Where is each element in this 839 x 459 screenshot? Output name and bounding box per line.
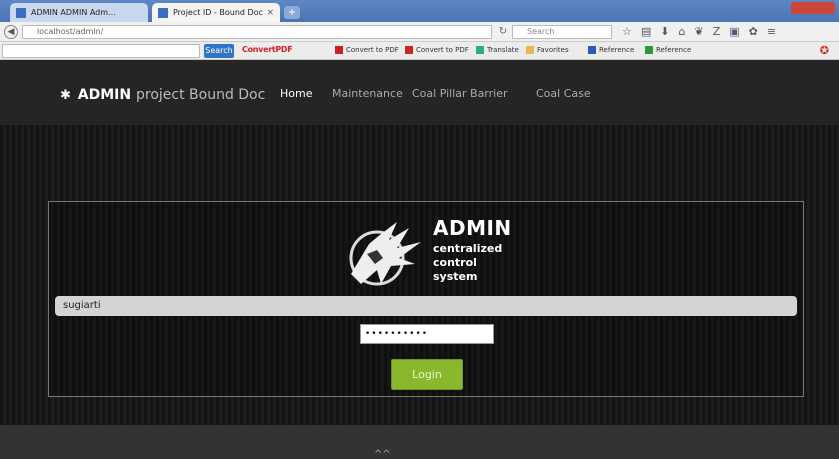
bookmarks-toolbar: Search ConvertPDF Convert to PDF Convert…	[0, 42, 839, 60]
logo-title: ADMIN	[433, 216, 512, 240]
site-brand[interactable]: ✱ ADMIN project Bound Doc	[60, 87, 265, 103]
new-tab-button[interactable]: +	[284, 6, 300, 19]
toolbar-brand-label: ConvertPDF	[242, 45, 293, 54]
bookmark-item[interactable]: Reference	[588, 46, 634, 54]
bookmark-item[interactable]: Convert to PDF	[335, 46, 399, 54]
tab-close-icon[interactable]: ×	[266, 8, 274, 18]
browser-navbar: ◀ localhost/admin/ ↻ Search ☆ ▤ ⬇ ⌂ ❦ Z …	[0, 22, 839, 42]
login-button[interactable]: Login	[391, 359, 463, 390]
zotero-icon[interactable]: Z	[713, 25, 721, 38]
bookmark-item[interactable]: Convert to PDF	[405, 46, 469, 54]
browser-tab-2[interactable]: Project ID - Bound Doc ×	[152, 3, 280, 22]
page-footer: ^^	[0, 425, 839, 459]
tab-favicon-icon	[158, 7, 168, 18]
username-field[interactable]: sugiarti	[55, 296, 797, 316]
addon-icon[interactable]: ✪	[820, 44, 829, 57]
brand-main: ADMIN	[77, 87, 132, 103]
download-icon[interactable]: ⬇	[660, 25, 669, 38]
tab-favicon-icon	[16, 7, 26, 18]
browser-tab-1[interactable]: ADMIN ADMIN Adm...	[10, 3, 148, 22]
pdf-icon	[335, 46, 343, 54]
logo-line-1: centralized	[433, 242, 503, 255]
tab-label: ADMIN ADMIN Adm...	[31, 8, 116, 17]
translate-icon	[476, 46, 484, 54]
brand-sub: project Bound Doc	[135, 87, 266, 103]
browser-toolbar-icons: ☆ ▤ ⬇ ⌂ ❦ Z ▣ ✿ ≡	[622, 25, 776, 38]
reference-icon	[588, 46, 596, 54]
home-icon[interactable]: ⌂	[679, 25, 686, 38]
reference-icon	[645, 46, 653, 54]
nav-item-coal-case[interactable]: Coal Case	[536, 87, 591, 100]
reload-icon[interactable]: ↻	[496, 25, 510, 39]
logo-line-3: system	[433, 270, 478, 283]
site-navbar: ✱ ADMIN project Bound Doc Home Maintenan…	[0, 60, 839, 125]
pdf-icon	[405, 46, 413, 54]
password-field[interactable]: ••••••••••	[360, 324, 494, 344]
menu-icon[interactable]: ≡	[767, 25, 776, 38]
browser-search-input[interactable]: Search	[512, 25, 612, 39]
folder-icon	[526, 46, 534, 54]
extension-icon[interactable]: ▣	[729, 25, 739, 38]
back-arrow-icon[interactable]: ◀	[4, 25, 18, 39]
login-panel: ADMIN centralized control system sugiart…	[48, 201, 804, 397]
toolbar-search-button[interactable]: Search	[204, 44, 234, 58]
bookmark-item[interactable]: Favorites	[526, 46, 569, 54]
toolbar-search-input[interactable]	[2, 44, 200, 58]
griffin-logo-icon	[349, 222, 421, 286]
window-controls[interactable]	[791, 2, 835, 14]
clipboard-icon[interactable]: ▤	[641, 25, 651, 38]
nav-item-coal-pillar[interactable]: Coal Pillar Barrier	[412, 87, 508, 100]
url-bar[interactable]: localhost/admin/	[22, 25, 492, 39]
leaf-icon[interactable]: ✿	[749, 25, 758, 38]
page-body: ADMIN centralized control system sugiart…	[0, 125, 839, 425]
logo-line-2: control	[433, 256, 477, 269]
admin-logo: ADMIN centralized control system	[337, 214, 511, 294]
star-icon[interactable]: ☆	[622, 25, 632, 38]
bookmark-item[interactable]: Translate	[476, 46, 519, 54]
nav-item-maintenance[interactable]: Maintenance	[332, 87, 403, 100]
tab-label: Project ID - Bound Doc	[173, 8, 264, 17]
bookmark-icon[interactable]: ❦	[694, 25, 703, 38]
footer-mark: ^^	[374, 449, 391, 459]
gear-icon: ✱	[60, 88, 71, 103]
bookmark-item[interactable]: Reference	[645, 46, 691, 54]
browser-tab-strip: ADMIN ADMIN Adm... Project ID - Bound Do…	[0, 0, 839, 22]
nav-item-home[interactable]: Home	[280, 87, 312, 100]
toolbar-brand[interactable]: ConvertPDF	[242, 45, 293, 54]
